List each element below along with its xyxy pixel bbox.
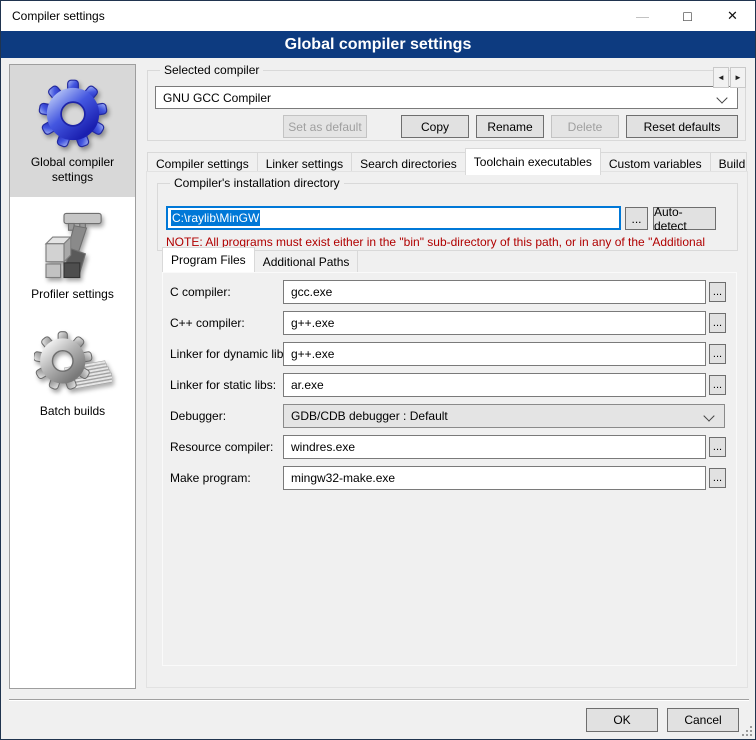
resize-grip[interactable]	[742, 726, 752, 736]
maximize-button[interactable]: □	[665, 1, 710, 31]
installation-directory-group-label: Compiler's installation directory	[170, 176, 344, 190]
program-row-c-compiler: C compiler: ...	[163, 280, 736, 304]
row-label: Make program:	[170, 471, 251, 485]
cpp-compiler-input[interactable]	[283, 311, 706, 335]
debugger-dropdown[interactable]: GDB/CDB debugger : Default	[283, 404, 725, 428]
compiler-buttons-row: Set as default Copy Rename Delete Reset …	[148, 115, 738, 138]
sidebar-item-profiler-settings[interactable]: Profiler settings	[10, 197, 135, 314]
make-program-input[interactable]	[283, 466, 706, 490]
program-row-make-program: Make program: ...	[163, 466, 736, 490]
compiler-settings-dialog: Compiler settings — □ ✕ Global compiler …	[0, 0, 756, 740]
close-button[interactable]: ✕	[710, 1, 755, 31]
row-label: C compiler:	[170, 285, 231, 299]
sidebar-item-label: Profiler settings	[13, 287, 132, 302]
subtab-additional-paths[interactable]: Additional Paths	[254, 250, 359, 272]
compiler-dropdown[interactable]: GNU GCC Compiler	[155, 86, 738, 109]
page-header: Global compiler settings	[1, 31, 755, 58]
sidebar-item-global-compiler-settings[interactable]: Global compiler settings	[10, 65, 135, 197]
c-compiler-browse-button[interactable]: ...	[709, 282, 726, 302]
window-controls: — □ ✕	[620, 1, 755, 31]
minimize-icon: —	[636, 9, 649, 24]
ok-button[interactable]: OK	[586, 708, 658, 732]
tab-scroll-right-icon[interactable]: ►	[730, 67, 746, 88]
minimize-button: —	[620, 1, 665, 31]
linker-static-input[interactable]	[283, 373, 706, 397]
tab-toolchain-executables[interactable]: Toolchain executables	[465, 148, 601, 175]
sub-tabstrip: Program Files Additional Paths	[162, 247, 357, 272]
program-row-linker-dynamic: Linker for dynamic libs: ...	[163, 342, 736, 366]
row-label: Linker for static libs:	[170, 378, 276, 392]
selected-compiler-group: Selected compiler GNU GCC Compiler Set a…	[147, 70, 746, 141]
linker-dynamic-browse-button[interactable]: ...	[709, 344, 726, 364]
sidebar-item-label: Batch builds	[13, 404, 132, 419]
footer-separator	[9, 699, 749, 701]
maximize-icon: □	[683, 8, 691, 24]
set-as-default-button: Set as default	[283, 115, 367, 138]
c-compiler-input[interactable]	[283, 280, 706, 304]
installation-directory-value: C:\raylib\MinGW	[171, 210, 260, 226]
compiler-dropdown-value: GNU GCC Compiler	[163, 91, 271, 105]
page-title: Global compiler settings	[285, 36, 472, 54]
tab-scroll-left-icon[interactable]: ◄	[713, 67, 729, 88]
debugger-dropdown-value: GDB/CDB debugger : Default	[291, 409, 448, 423]
installation-directory-input[interactable]: C:\raylib\MinGW	[166, 206, 621, 230]
reset-defaults-button[interactable]: Reset defaults	[626, 115, 738, 138]
toolchain-executables-panel: Compiler's installation directory C:\ray…	[146, 171, 748, 688]
window-title: Compiler settings	[12, 9, 105, 23]
auto-detect-button[interactable]: Auto-detect	[653, 207, 716, 230]
row-label: C++ compiler:	[170, 316, 245, 330]
rename-button[interactable]: Rename	[476, 115, 544, 138]
linker-dynamic-input[interactable]	[283, 342, 706, 366]
tab-scrollers: ◄ ►	[712, 67, 746, 88]
make-program-browse-button[interactable]: ...	[709, 468, 726, 488]
sidebar: Global compiler settings	[9, 64, 136, 689]
resource-compiler-input[interactable]	[283, 435, 706, 459]
main-panel: Selected compiler GNU GCC Compiler Set a…	[144, 64, 749, 689]
cancel-button[interactable]: Cancel	[667, 708, 739, 732]
delete-button: Delete	[551, 115, 619, 138]
row-label: Debugger:	[170, 409, 226, 423]
selected-compiler-group-label: Selected compiler	[160, 63, 263, 77]
row-label: Resource compiler:	[170, 440, 273, 454]
installation-directory-browse-button[interactable]: ...	[625, 207, 648, 230]
program-row-linker-static: Linker for static libs: ...	[163, 373, 736, 397]
cpp-compiler-browse-button[interactable]: ...	[709, 313, 726, 333]
blue-gear-icon	[13, 75, 132, 153]
chevron-down-icon	[716, 92, 727, 103]
sidebar-item-label: Global compiler settings	[13, 155, 132, 185]
sidebar-item-batch-builds[interactable]: Batch builds	[10, 314, 135, 431]
copy-button[interactable]: Copy	[401, 115, 469, 138]
linker-static-browse-button[interactable]: ...	[709, 375, 726, 395]
titlebar[interactable]: Compiler settings — □ ✕	[1, 1, 755, 31]
program-row-debugger: Debugger: GDB/CDB debugger : Default	[163, 404, 736, 428]
resource-compiler-browse-button[interactable]: ...	[709, 437, 726, 457]
close-icon: ✕	[727, 8, 738, 24]
row-label: Linker for dynamic libs:	[170, 347, 293, 361]
installation-directory-group: Compiler's installation directory C:\ray…	[157, 183, 738, 251]
chevron-down-icon	[703, 410, 714, 421]
program-files-panel: C compiler: ... C++ compiler: ... Linker…	[162, 272, 737, 666]
subtab-program-files[interactable]: Program Files	[162, 247, 255, 272]
program-row-cpp-compiler: C++ compiler: ...	[163, 311, 736, 335]
program-row-resource-compiler: Resource compiler: ...	[163, 435, 736, 459]
caliper-icon	[13, 207, 132, 285]
gray-gear-stack-icon	[13, 324, 132, 402]
